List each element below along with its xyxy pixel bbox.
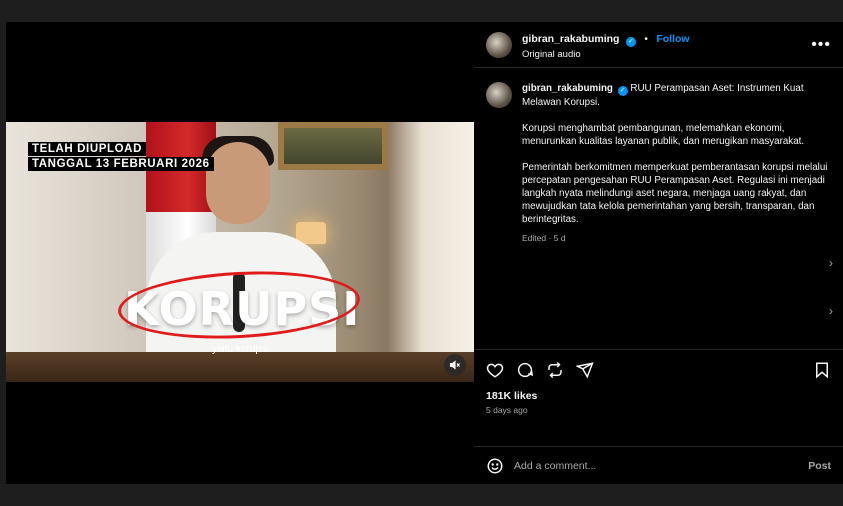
more-options-icon[interactable]: ••• bbox=[811, 36, 831, 54]
caption-paragraph-2: Pemerintah berkomitmen memperkuat pember… bbox=[522, 162, 828, 225]
post-header: gibran_rakabuming ✓ • Follow Original au… bbox=[474, 22, 843, 68]
wall-painting bbox=[278, 122, 388, 170]
verified-badge-icon: ✓ bbox=[625, 37, 636, 47]
video-subtitle: yaitu korupsi. bbox=[212, 344, 271, 355]
repost-icon bbox=[548, 361, 562, 379]
caption-text: gibran_rakabuming ✓ RUU Perampasan Aset:… bbox=[522, 82, 831, 245]
comment-bar: Post bbox=[474, 446, 843, 484]
comment-button[interactable] bbox=[514, 359, 536, 381]
post-comment-button[interactable]: Post bbox=[808, 460, 831, 472]
caption-verified-badge-icon: ✓ bbox=[617, 86, 628, 96]
media-panel: TELAH DIUPLOAD TANGGAL 13 FEBRUARI 2026 … bbox=[0, 22, 474, 484]
separator-dot: • bbox=[644, 34, 648, 45]
video-caption-line-1: TELAH DIUPLOAD bbox=[28, 142, 146, 156]
save-button[interactable] bbox=[811, 359, 833, 381]
window bbox=[388, 122, 474, 382]
muted-speaker-icon bbox=[449, 360, 460, 370]
share-button[interactable] bbox=[574, 359, 596, 381]
post-modal: TELAH DIUPLOAD TANGGAL 13 FEBRUARI 2026 … bbox=[0, 22, 843, 484]
caption-username[interactable]: gibran_rakabuming bbox=[522, 83, 613, 94]
action-bar bbox=[474, 350, 843, 390]
emoji-icon[interactable] bbox=[486, 457, 504, 475]
speaker-head bbox=[206, 142, 270, 224]
comment-input[interactable] bbox=[514, 459, 809, 472]
caption-section: gibran_rakabuming ✓ RUU Perampasan Aset:… bbox=[474, 68, 843, 350]
comment-icon bbox=[517, 362, 534, 378]
video-player[interactable]: TELAH DIUPLOAD TANGGAL 13 FEBRUARI 2026 … bbox=[6, 122, 474, 382]
chevron-right-icon[interactable]: › bbox=[829, 304, 833, 318]
send-icon bbox=[576, 362, 594, 379]
chevron-right-icon[interactable]: › bbox=[829, 256, 833, 270]
bookmark-icon bbox=[816, 362, 828, 379]
heart-icon bbox=[486, 363, 504, 378]
repost-button[interactable] bbox=[544, 359, 566, 381]
username-link[interactable]: gibran_rakabuming bbox=[522, 33, 619, 45]
mute-button[interactable] bbox=[444, 354, 466, 376]
post-sidebar: gibran_rakabuming ✓ • Follow Original au… bbox=[474, 22, 843, 484]
avatar[interactable] bbox=[486, 31, 512, 58]
caption-paragraph-1: Korupsi menghambat pembangunan, melemahk… bbox=[522, 123, 805, 147]
follow-button[interactable]: Follow bbox=[656, 33, 689, 45]
likes-count[interactable]: 181K likes bbox=[474, 390, 843, 402]
like-button[interactable] bbox=[484, 359, 506, 381]
edited-timestamp: Edited · 5 d bbox=[522, 233, 566, 243]
caption-avatar[interactable] bbox=[486, 82, 512, 108]
video-caption-line-2: TANGGAL 13 FEBRUARI 2026 bbox=[28, 157, 214, 171]
audio-link[interactable]: Original audio bbox=[522, 49, 811, 60]
desk bbox=[6, 352, 474, 382]
post-age: 5 days ago bbox=[486, 405, 528, 415]
